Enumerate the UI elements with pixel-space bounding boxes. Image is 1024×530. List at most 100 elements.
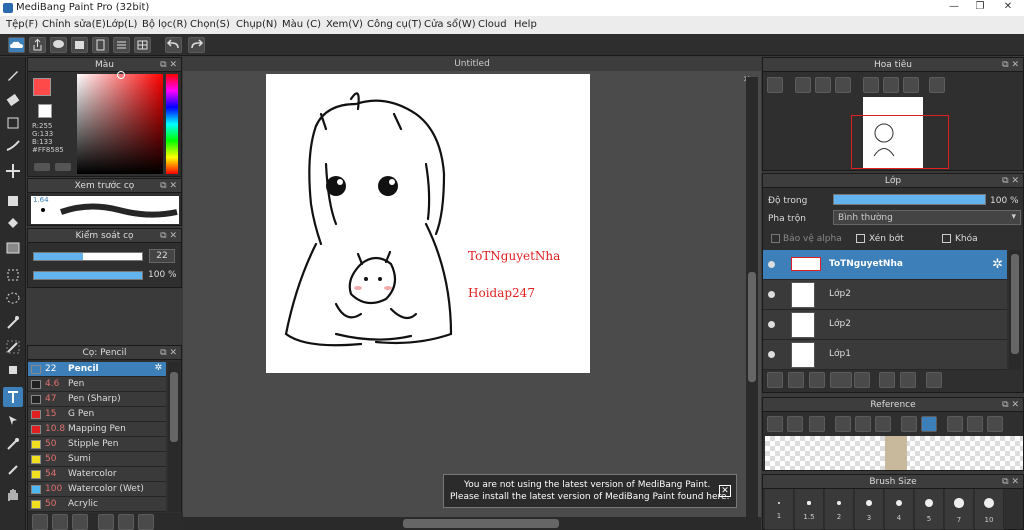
layer-visibility-icon[interactable]	[768, 291, 775, 298]
layer-visibility-icon[interactable]	[768, 351, 775, 358]
layer-row[interactable]: Lớp2	[763, 310, 1007, 340]
hand-icon[interactable]	[3, 485, 23, 505]
protect-alpha-checkbox[interactable]	[771, 234, 780, 243]
menu-file[interactable]: Tệp(F)	[6, 19, 38, 30]
size-value[interactable]: 22	[149, 249, 175, 263]
picker-handle[interactable]	[117, 71, 125, 79]
brush-settings-icon[interactable]: ✲	[154, 363, 162, 373]
brush-import-icon[interactable]	[72, 514, 88, 530]
layer-row[interactable]: Lớp1	[763, 340, 1007, 370]
merge-layer-icon[interactable]	[900, 372, 916, 388]
brush-add-icon[interactable]	[32, 514, 48, 530]
restore-button[interactable]: ❐	[966, 1, 994, 15]
brush-item[interactable]: 10.8 Mapping Pen	[28, 422, 166, 437]
text-icon[interactable]	[3, 387, 23, 407]
brush-item[interactable]: 54 Watercolor	[28, 467, 166, 482]
flip-icon[interactable]	[929, 77, 945, 93]
new-1bit-layer-icon[interactable]	[809, 372, 825, 388]
operation-icon[interactable]	[3, 410, 23, 430]
reset-view-icon[interactable]	[883, 77, 899, 93]
eraser-icon[interactable]	[3, 90, 23, 110]
reference-open-icon[interactable]	[767, 416, 783, 432]
clipping-checkbox[interactable]	[856, 234, 865, 243]
brush-item[interactable]: 4.6 Pen	[28, 377, 166, 392]
rotate-left-icon[interactable]	[863, 77, 879, 93]
fit-icon[interactable]	[815, 77, 831, 93]
update-notification[interactable]: You are not using the latest version of …	[443, 474, 737, 508]
lasso-icon[interactable]	[3, 289, 23, 309]
swap-color-button[interactable]	[34, 163, 50, 171]
menu-tools[interactable]: Công cụ(T)	[367, 19, 422, 30]
menu-color[interactable]: Màu (C)	[282, 19, 321, 30]
layer-scrollbar[interactable]	[1009, 250, 1021, 370]
comment-icon[interactable]	[50, 37, 67, 53]
share-icon[interactable]	[29, 37, 46, 53]
rotate-right-icon[interactable]	[903, 77, 919, 93]
canvas-page[interactable]: ToTNguyetNha Hoidap247	[266, 74, 590, 373]
menu-select[interactable]: Chọn(S)	[190, 19, 230, 30]
canvas-tab[interactable]: Untitled	[183, 57, 761, 71]
brush-size-cell[interactable]: 5	[915, 489, 944, 530]
pen-icon[interactable]	[3, 136, 23, 156]
menu-edit[interactable]: Chỉnh sửa(E)	[42, 19, 106, 30]
menu-layer[interactable]: Lớp(L)	[106, 19, 137, 30]
layer-opacity-slider[interactable]	[833, 194, 986, 205]
brush-folder-icon[interactable]	[118, 514, 134, 530]
new-halftone-layer-icon[interactable]	[788, 372, 804, 388]
reference-folder-icon[interactable]	[787, 416, 803, 432]
layers-icon[interactable]	[71, 37, 88, 53]
brush-size-cell[interactable]: 3	[855, 489, 884, 530]
blend-mode-select[interactable]: Bình thường ▾	[833, 210, 1021, 225]
zoom-in-alt-icon[interactable]	[795, 77, 811, 93]
brush-item[interactable]: 50 Sumi	[28, 452, 166, 467]
zoom-out-icon[interactable]	[835, 77, 851, 93]
brush-size-cell[interactable]: 7	[945, 489, 974, 530]
layer-visibility-icon[interactable]	[768, 261, 775, 268]
reference-zoom-out-icon[interactable]	[875, 416, 891, 432]
zoom-in-icon[interactable]	[767, 77, 783, 93]
reference-image-area[interactable]	[765, 436, 1023, 470]
opacity-slider[interactable]	[33, 271, 143, 280]
brush-copy-icon[interactable]	[98, 514, 114, 530]
reference-close-icon[interactable]	[809, 416, 825, 432]
redo-icon[interactable]	[188, 37, 205, 53]
select-rect-icon[interactable]	[3, 113, 23, 133]
layer-folder-icon[interactable]	[854, 372, 870, 388]
brush-item[interactable]: 100 Watercolor (Wet)	[28, 482, 166, 497]
menu-help[interactable]: Help	[514, 19, 537, 30]
fill-icon[interactable]	[3, 191, 23, 211]
brush-item[interactable]: 15 G Pen	[28, 407, 166, 422]
layer-settings-icon[interactable]: ✲	[992, 257, 1003, 272]
lock-checkbox[interactable]	[942, 234, 951, 243]
brush-new-icon[interactable]	[52, 514, 68, 530]
brush-item[interactable]: 47 Pen (Sharp)	[28, 392, 166, 407]
reference-rotate-left-icon[interactable]	[947, 416, 963, 432]
layer-row[interactable]: ToTNguyetNha ✲	[763, 250, 1007, 280]
navigator-viewport[interactable]	[851, 115, 949, 169]
brush-size-cell[interactable]: 1.5	[795, 489, 824, 530]
canvas-vscroll[interactable]	[746, 77, 758, 517]
canvas-hscroll[interactable]	[183, 517, 761, 530]
cloud-icon[interactable]	[8, 37, 25, 53]
foreground-color-swatch[interactable]	[33, 78, 51, 96]
new-layer-icon[interactable]	[767, 372, 783, 388]
duplicate-layer-icon[interactable]	[879, 372, 895, 388]
brush-item[interactable]: 22 Pencil ✲	[28, 362, 166, 377]
brush-item[interactable]: 50 Acrylic	[28, 497, 166, 512]
saturation-value-picker[interactable]	[77, 71, 163, 174]
brush-icon[interactable]	[3, 65, 23, 85]
reference-fit-icon[interactable]	[855, 416, 871, 432]
brush-list-scrollbar[interactable]	[168, 362, 180, 512]
brush-size-cell[interactable]: 1	[765, 489, 794, 530]
eraser-select-icon[interactable]	[3, 360, 23, 380]
move-icon[interactable]	[3, 161, 23, 181]
notification-close-icon[interactable]: ✕	[719, 485, 731, 497]
reference-rotate-right-icon[interactable]	[987, 416, 1003, 432]
brush-item[interactable]: 50 Stipple Pen	[28, 437, 166, 452]
menu-window[interactable]: Cửa sổ(W)	[424, 19, 476, 30]
brush-size-cell[interactable]: 10	[975, 489, 1004, 530]
reset-color-button[interactable]	[55, 163, 71, 171]
eyedropper-icon[interactable]	[3, 434, 23, 454]
gradient-icon[interactable]	[3, 238, 23, 258]
size-slider[interactable]	[33, 252, 143, 261]
